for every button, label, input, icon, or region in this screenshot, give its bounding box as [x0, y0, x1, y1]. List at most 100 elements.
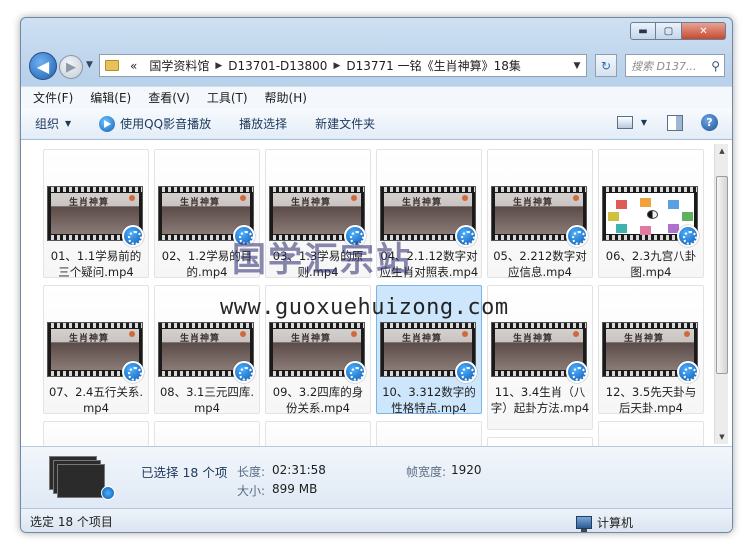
breadcrumb-separator-icon[interactable]: ▶ [333, 61, 340, 71]
new-folder-button[interactable]: 新建文件夹 [315, 115, 375, 132]
film-strip [270, 323, 364, 328]
view-dropdown-icon[interactable]: ▼ [641, 118, 647, 127]
file-item[interactable]: 生肖神算 03、1.3学易的原则.mp4 [265, 149, 371, 279]
qq-player-icon [122, 225, 144, 247]
file-item[interactable]: 生肖神算 02、1.2学易的目的.mp4 [154, 149, 260, 279]
scroll-thumb[interactable] [716, 176, 728, 374]
file-name: 09、3.2四库的身份关系.mp4 [272, 385, 364, 415]
file-item[interactable]: 生肖神算 09、3.2四库的身份关系.mp4 [265, 285, 371, 415]
menu-tools[interactable]: 工具(T) [207, 89, 248, 106]
preview-pane-icon[interactable] [667, 114, 683, 131]
qq-player-icon [566, 225, 588, 247]
address-dropdown-icon[interactable]: ▼ [568, 61, 586, 71]
file-name: 02、1.2学易的目的.mp4 [161, 249, 253, 279]
thumbnail-title: 生肖神算 [180, 334, 221, 344]
history-dropdown-icon[interactable]: ▼ [86, 60, 93, 70]
ornament-icon [129, 331, 135, 337]
qq-player-icon [566, 361, 588, 383]
file-item[interactable]: 生肖神算 05、2.212数字对应信息.mp4 [487, 149, 593, 279]
menu-help[interactable]: 帮助(H) [265, 89, 307, 106]
menu-file[interactable]: 文件(F) [33, 89, 73, 106]
folder-icon [105, 60, 119, 71]
vertical-scrollbar[interactable]: ▲ ▼ [714, 144, 728, 444]
file-name: 03、1.3学易的原则.mp4 [272, 249, 364, 279]
file-item[interactable]: 生肖神算 01、1.1学易前的三个疑问.mp4 [43, 149, 149, 279]
bagua-block [640, 226, 651, 235]
breadcrumb-item[interactable]: D13701-D13800 [222, 59, 333, 73]
command-bar: 组织 ▼ 使用QQ影音播放 播放选择 新建文件夹 ▼ ? [21, 108, 732, 140]
minimize-button[interactable]: ▬ [630, 22, 656, 40]
file-item[interactable]: 06、2.3九宫八卦图.mp4 [598, 149, 704, 279]
organize-button[interactable]: 组织 ▼ [35, 115, 71, 132]
bagua-block [608, 212, 619, 221]
refresh-button[interactable]: ↻ [595, 54, 617, 77]
qq-player-icon [455, 361, 477, 383]
back-button[interactable]: ◀ [29, 52, 57, 80]
duration-label: 长度: [237, 465, 266, 479]
bagua-block [668, 200, 679, 209]
file-item[interactable] [43, 421, 149, 446]
play-with-qq-button[interactable]: 使用QQ影音播放 [99, 115, 211, 132]
close-button[interactable]: ✕ [682, 22, 726, 40]
file-item[interactable] [487, 437, 593, 446]
computer-icon [576, 516, 592, 532]
file-item[interactable]: 生肖神算 07、2.4五行关系.mp4 [43, 285, 149, 415]
qq-player-icon [677, 225, 699, 247]
play-selection-button[interactable]: 播放选择 [239, 115, 287, 132]
navigation-bar: ◀ ▶ ▼ « 国学资料馆 ▶ D13701-D13800 ▶ D13771 一… [29, 51, 726, 80]
play-selection-label: 播放选择 [239, 117, 288, 131]
chevron-down-icon: ▼ [65, 119, 72, 128]
film-strip [159, 323, 253, 328]
menu-view[interactable]: 查看(V) [148, 89, 190, 106]
size-label: 大小: [237, 484, 266, 498]
scroll-up-icon[interactable]: ▲ [715, 144, 729, 158]
file-item[interactable] [376, 421, 482, 446]
explorer-window: ▬ ▢ ✕ ◀ ▶ ▼ « 国学资料馆 ▶ D13701-D13800 ▶ D1… [20, 17, 733, 533]
window-controls: ▬ ▢ ✕ [630, 22, 726, 40]
search-icon[interactable]: ⚲ [711, 59, 720, 73]
frame-width-label: 帧宽度: [406, 465, 447, 479]
file-item[interactable] [598, 421, 704, 446]
thumbnail-title: 生肖神算 [513, 334, 554, 344]
film-strip [159, 187, 253, 192]
maximize-button[interactable]: ▢ [656, 22, 682, 40]
file-item[interactable] [154, 421, 260, 446]
file-item[interactable] [265, 421, 371, 446]
search-placeholder: 搜索 D137... [631, 59, 697, 73]
selection-thumbnail [49, 456, 115, 500]
thumbnail-title: 生肖神算 [624, 334, 665, 344]
ornament-icon [351, 195, 357, 201]
frame-width-value: 1920 [451, 463, 482, 477]
file-item[interactable]: 生肖神算 08、3.1三元四库.mp4 [154, 285, 260, 415]
yin-yang-icon [647, 210, 658, 219]
address-bar[interactable]: « 国学资料馆 ▶ D13701-D13800 ▶ D13771 一铭《生肖神算… [99, 54, 587, 77]
file-name: 12、3.5先天卦与后天卦.mp4 [605, 385, 697, 415]
qq-player-icon [122, 361, 144, 383]
thumbnail-title: 生肖神算 [291, 198, 332, 208]
file-item[interactable]: 生肖神算 04、2.1.12数字对应生肖对照表.mp4 [376, 149, 482, 279]
film-strip [603, 187, 697, 192]
file-name: 10、3.312数字的性格特点.mp4 [382, 385, 476, 415]
scroll-down-icon[interactable]: ▼ [715, 430, 729, 444]
file-item[interactable]: 生肖神算 12、3.5先天卦与后天卦.mp4 [598, 285, 704, 415]
film-strip [381, 323, 475, 328]
breadcrumb-item[interactable]: 国学资料馆 [143, 57, 215, 74]
file-item[interactable]: 生肖神算 11、3.4生肖（八字）起卦方法.mp4 [487, 285, 593, 430]
breadcrumb-item-current[interactable]: D13771 一铭《生肖神算》18集 [340, 57, 527, 74]
forward-button[interactable]: ▶ [59, 55, 83, 79]
file-name: 05、2.212数字对应信息.mp4 [493, 249, 587, 279]
search-input[interactable]: 搜索 D137... ⚲ [625, 54, 725, 77]
help-icon[interactable]: ? [701, 114, 718, 131]
breadcrumb-separator-icon[interactable]: ▶ [215, 61, 222, 71]
view-mode-icon[interactable] [616, 116, 633, 129]
details-pane: 已选择 18 个项 长度: 02:31:58 大小: 899 MB 帧宽度: 1… [21, 446, 732, 508]
thumbnail-title: 生肖神算 [402, 334, 443, 344]
breadcrumb-overflow[interactable]: « [124, 59, 143, 73]
file-name: 01、1.1学易前的三个疑问.mp4 [50, 249, 142, 279]
thumbnail-title: 生肖神算 [402, 198, 443, 208]
file-item[interactable]: 生肖神算 10、3.312数字的性格特点.mp4 [376, 285, 482, 415]
qq-player-icon [455, 225, 477, 247]
bagua-chart-graphic [608, 198, 693, 235]
menu-edit[interactable]: 编辑(E) [90, 89, 131, 106]
film-strip [492, 323, 586, 328]
